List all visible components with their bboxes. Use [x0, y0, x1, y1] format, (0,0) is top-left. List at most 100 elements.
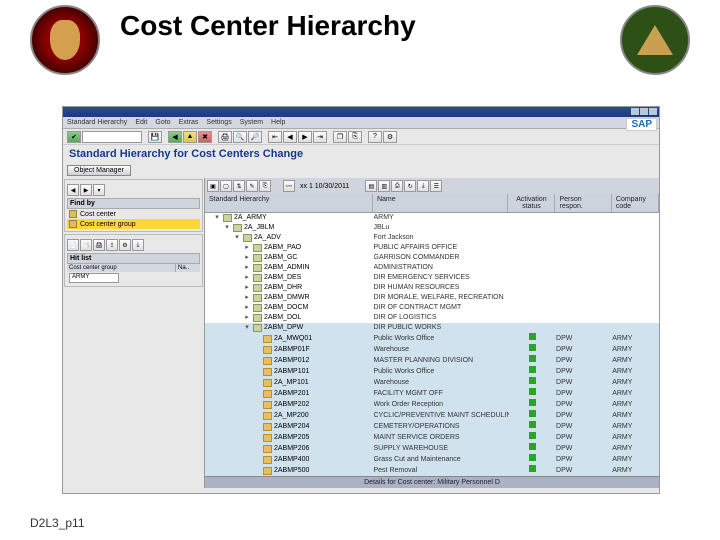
tree-row[interactable]: ▸ 2ABM_ADMINADMINISTRATION — [205, 263, 659, 273]
hitlist-row[interactable]: ARMY — [67, 272, 200, 284]
tree-row[interactable]: 2ABMP206SUPPLY WAREHOUSEDPWARMY — [205, 443, 659, 454]
tree-row[interactable]: 2ABMP01FWarehouseDPWARMY — [205, 344, 659, 355]
new-session-button[interactable]: ❐ — [333, 131, 347, 143]
expand-icon[interactable]: ▸ — [243, 273, 251, 283]
toggle-icon[interactable]: ⇅ — [233, 180, 245, 192]
tree-row[interactable]: ▸ 2ABM_DMWRDIR MORALE, WELFARE, RECREATI… — [205, 293, 659, 303]
first-page-button[interactable]: ⇤ — [268, 131, 282, 143]
window-controls[interactable] — [631, 108, 657, 115]
costcenter-icon — [263, 456, 272, 464]
status-active-icon — [529, 443, 536, 450]
find-cost-center[interactable]: Cost center — [67, 209, 200, 219]
expand-icon[interactable]: ▣ — [207, 180, 219, 192]
expand-icon[interactable]: ▸ — [243, 253, 251, 263]
tool-icon[interactable]: ⇪ — [106, 239, 118, 251]
object-manager-button[interactable]: Object Manager — [67, 165, 131, 176]
tree-row[interactable]: ▸ 2ABM_PAOPUBLIC AFFAIRS OFFICE — [205, 243, 659, 253]
prev-page-button[interactable]: ◀ — [283, 131, 297, 143]
tree-row[interactable]: ▸ 2ABM_DOLDIR OF LOGISTICS — [205, 313, 659, 323]
menu-hierarchy[interactable]: Standard Hierarchy — [67, 119, 127, 126]
tree-row[interactable]: 2A_MWQ01Public Works OfficeDPWARMY — [205, 333, 659, 344]
tree-row[interactable]: ▾ 2A_ADVFort Jackson — [205, 233, 659, 243]
nav-fwd-icon[interactable]: ▶ — [80, 184, 92, 196]
cancel-button[interactable]: ✖ — [198, 131, 212, 143]
tool-icon[interactable]: ⚙ — [119, 239, 131, 251]
enter-button[interactable]: ✔ — [67, 131, 81, 143]
menu-goto[interactable]: Goto — [155, 119, 170, 126]
node-person: DPW — [556, 466, 612, 476]
expand-icon[interactable]: ▸ — [243, 243, 251, 253]
expand-icon[interactable]: ▸ — [243, 313, 251, 323]
tool-icon[interactable]: ⎘ — [259, 180, 271, 192]
exit-button[interactable]: ▲ — [183, 131, 197, 143]
save-button[interactable]: 💾 — [148, 131, 162, 143]
tree-row[interactable]: ▾ 2A_JBLMJBLu — [205, 223, 659, 233]
nav-back-icon[interactable]: ◀ — [67, 184, 79, 196]
group-icon — [253, 244, 262, 252]
expand-icon[interactable]: ▾ — [223, 223, 231, 233]
tool-icon[interactable]: 📄 — [67, 239, 79, 251]
tool-icon[interactable]: ⤓ — [132, 239, 144, 251]
tree-row[interactable]: 2ABMP205MAINT SERVICE ORDERSDPWARMY — [205, 432, 659, 443]
collapse-icon[interactable]: ▢ — [220, 180, 232, 192]
expand-icon[interactable]: ▸ — [243, 283, 251, 293]
tree-row[interactable]: 2A_MP200CYCLIC/PREVENTIVE MAINT SCHEDULI… — [205, 410, 659, 421]
tool-icon[interactable]: ⎙ — [391, 180, 403, 192]
nav-history-icon[interactable]: ▾ — [93, 184, 105, 196]
tool-icon[interactable]: 🖨 — [93, 239, 105, 251]
shortcut-button[interactable]: ⎘ — [348, 131, 362, 143]
expand-icon[interactable]: ▾ — [213, 213, 221, 223]
right-pane: ▣ ▢ ⇅ ✎ ⎘ 👓 xx 1 10/30/2011 ▤ ▥ ⎙ ↻ ⤓ ☰ … — [205, 178, 659, 488]
next-page-button[interactable]: ▶ — [298, 131, 312, 143]
tree-row[interactable]: 2ABMP101Public Works OfficeDPWARMY — [205, 366, 659, 377]
menu-extras[interactable]: Extras — [179, 119, 199, 126]
find-cost-center-group[interactable]: Cost center group — [67, 219, 200, 229]
node-name: SUPPLY WAREHOUSE — [374, 444, 510, 454]
screen-title: Standard Hierarchy for Cost Centers Chan… — [63, 145, 659, 163]
group-input[interactable]: ARMY — [69, 273, 119, 283]
node-person: DPW — [556, 422, 612, 432]
tool-icon[interactable]: ▤ — [365, 180, 377, 192]
find-button[interactable]: 🔍 — [233, 131, 247, 143]
appl-toolbar: Object Manager — [63, 163, 659, 178]
tree-row[interactable]: ▸ 2ABM_GCGARRISON COMMANDER — [205, 253, 659, 263]
tree-row[interactable]: 2ABMP012MASTER PLANNING DIVISIONDPWARMY — [205, 355, 659, 366]
expand-icon[interactable]: ▸ — [243, 263, 251, 273]
expand-icon[interactable]: ▸ — [243, 303, 251, 313]
layout-button[interactable]: ⚙ — [383, 131, 397, 143]
help-button[interactable]: ? — [368, 131, 382, 143]
tool-icon[interactable]: ⤓ — [417, 180, 429, 192]
tree-row[interactable]: 2ABMP201FACILITY MGMT OFFDPWARMY — [205, 388, 659, 399]
menu-help[interactable]: Help — [271, 119, 285, 126]
tool-icon[interactable]: ▥ — [378, 180, 390, 192]
tree-row[interactable]: 2ABMP202Work Order ReceptionDPWARMY — [205, 399, 659, 410]
tree-row[interactable]: ▸ 2ABM_DOCMDIR OF CONTRACT MGMT — [205, 303, 659, 313]
glasses-icon[interactable]: 👓 — [283, 180, 295, 192]
tree-row[interactable]: ▸ 2ABM_DHRDIR HUMAN RESOURCES — [205, 283, 659, 293]
tool-icon[interactable]: ↻ — [404, 180, 416, 192]
expand-icon[interactable]: ▾ — [233, 233, 241, 243]
back-button[interactable]: ◀ — [168, 131, 182, 143]
command-field[interactable] — [82, 131, 142, 143]
tree-row[interactable]: 2ABMP204CEMETERY/OPERATIONSDPWARMY — [205, 421, 659, 432]
tool-icon[interactable]: ☰ — [430, 180, 442, 192]
expand-icon[interactable]: ▾ — [243, 323, 251, 333]
tool-icon[interactable]: ✎ — [246, 180, 258, 192]
tree-row[interactable]: ▾ 2A_ARMYARMY — [205, 213, 659, 223]
last-page-button[interactable]: ⇥ — [313, 131, 327, 143]
tree-row[interactable]: ▸ 2ABM_DESDIR EMERGENCY SERVICES — [205, 273, 659, 283]
tree-row[interactable]: 2ABMP400Grass Cut and MaintenanceDPWARMY — [205, 454, 659, 465]
tool-icon[interactable]: 📑 — [80, 239, 92, 251]
print-button[interactable]: 🖨 — [218, 131, 232, 143]
menu-settings[interactable]: Settings — [206, 119, 231, 126]
node-name: CEMETERY/OPERATIONS — [374, 422, 510, 432]
tree-row[interactable]: 2ABMP500Pest RemovalDPWARMY — [205, 465, 659, 476]
menu-edit[interactable]: Edit — [135, 119, 147, 126]
sap-logo: SAP — [626, 118, 657, 131]
expand-icon[interactable]: ▸ — [243, 293, 251, 303]
tree-row[interactable]: 2A_MP101WarehouseDPWARMY — [205, 377, 659, 388]
tree-body[interactable]: ▾ 2A_ARMYARMY▾ 2A_JBLMJBLu▾ 2A_ADVFort J… — [205, 213, 659, 476]
tree-row[interactable]: ▾ 2ABM_DPWDIR PUBLIC WORKS — [205, 323, 659, 333]
find-next-button[interactable]: 🔎 — [248, 131, 262, 143]
menu-system[interactable]: System — [240, 119, 263, 126]
